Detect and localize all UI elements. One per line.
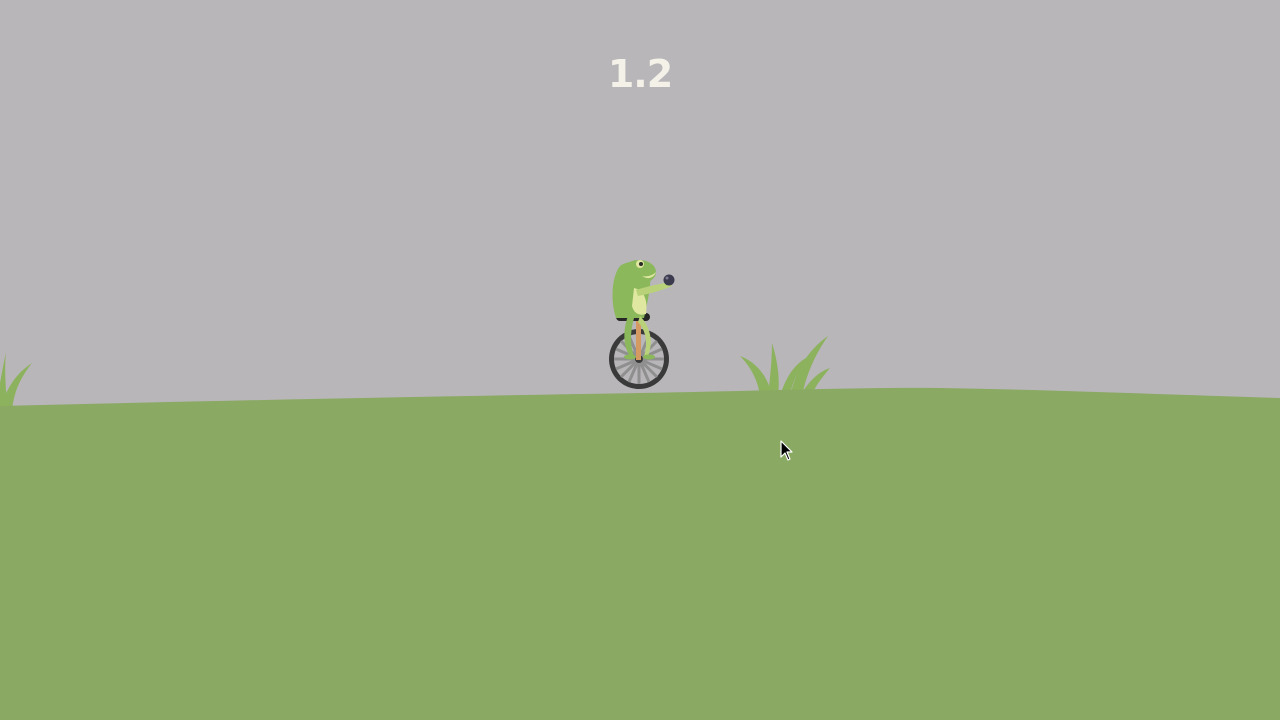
ball: [663, 274, 675, 286]
ground: [0, 387, 1280, 720]
game-scene[interactable]: [0, 0, 1280, 720]
mouse-pointer-icon: [780, 440, 793, 461]
score-display: 1.2: [607, 52, 673, 96]
